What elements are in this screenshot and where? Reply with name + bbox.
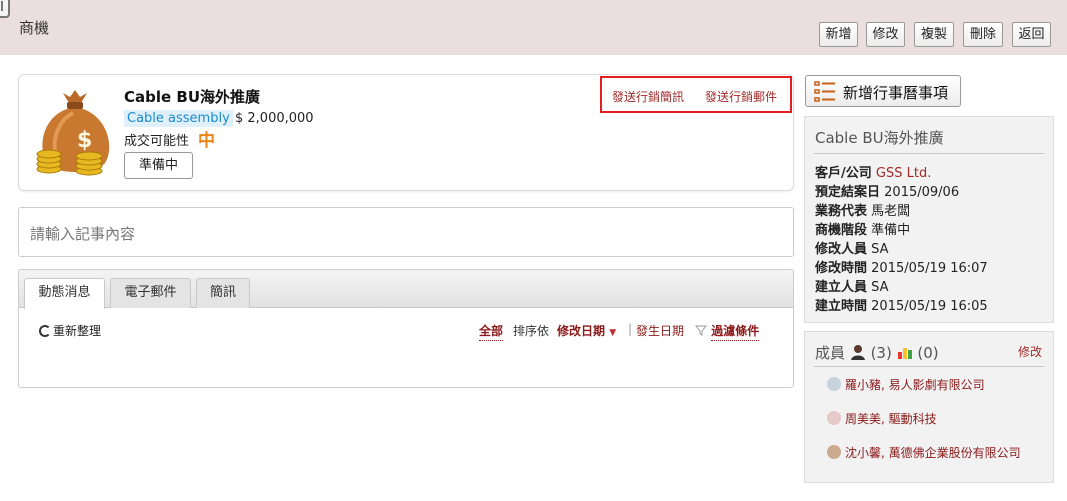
panel-toggle-icon[interactable] (0, 0, 10, 18)
filter-all-label: 全部 (479, 324, 504, 341)
field-label: 商機階段 (815, 223, 868, 238)
member-item[interactable]: 羅小豬, 易人影劇有限公司 (827, 376, 985, 393)
product-tag: Cable assembly (124, 110, 233, 127)
page-header: 商機 新增 修改 複製 刪除 返回 (0, 0, 1067, 55)
delete-button[interactable]: 刪除 (963, 22, 1003, 47)
detail-row-stage: 商機階段 準備中 (815, 219, 910, 238)
add-calendar-event-label: 新增行事曆事項 (843, 84, 949, 102)
avatar (827, 445, 841, 459)
field-value: 2015/09/06 (884, 185, 960, 200)
detail-panel-title: Cable BU海外推廣 (815, 129, 944, 147)
field-label: 修改人員 (815, 242, 868, 257)
field-label: 業務代表 (815, 204, 868, 219)
detail-row-customer: 客戶/公司 GSS Ltd. (815, 162, 931, 181)
opportunity-title: Cable BU海外推廣 (124, 88, 261, 106)
member-label: 羅小豬, 易人影劇有限公司 (845, 378, 985, 392)
field-value: SA (871, 280, 889, 295)
field-label: 建立人員 (815, 280, 868, 295)
page-title: 商機 (19, 19, 50, 37)
field-value: 2015/05/19 16:07 (871, 261, 988, 276)
detail-row-modified-by: 修改人員 SA (815, 238, 889, 257)
members-divider (814, 366, 1044, 367)
sort-by-label: 排序依 (513, 324, 550, 338)
field-label: 客戶/公司 (815, 166, 872, 181)
detail-row-created-time: 建立時間 2015/05/19 16:05 (815, 295, 988, 314)
field-value: SA (871, 242, 889, 257)
group-count: (0) (917, 344, 939, 362)
field-value: 準備中 (871, 223, 911, 238)
back-button[interactable]: 返回 (1012, 22, 1051, 47)
svg-text:$: $ (77, 128, 92, 153)
tab-email[interactable]: 電子郵件 (110, 278, 191, 308)
opportunity-amount: $ 2,000,000 (235, 111, 314, 126)
tab-sms[interactable]: 簡訊 (196, 278, 250, 308)
refresh-button[interactable]: 重新整理 (39, 322, 101, 339)
add-button[interactable]: 新增 (819, 22, 858, 47)
copy-button[interactable]: 複製 (914, 22, 954, 47)
field-label: 修改時間 (815, 261, 868, 276)
member-label: 沈小馨, 萬德佛企業股份有限公司 (845, 446, 1021, 460)
probability-value: 中 (198, 131, 215, 151)
field-value: 2015/05/19 16:05 (871, 299, 988, 314)
edit-button[interactable]: 修改 (866, 22, 905, 47)
sort-descending-icon: ▼ (609, 328, 617, 338)
edit-members-link[interactable]: 修改 (1018, 343, 1042, 360)
note-input[interactable]: 請輸入記事內容 (18, 207, 794, 257)
add-calendar-event-button[interactable]: 新增行事曆事項 (805, 75, 961, 107)
field-label: 建立時間 (815, 299, 868, 314)
detail-row-close-date: 預定結案日 2015/09/06 (815, 181, 959, 200)
member-label: 周美美, 驅動科技 (845, 412, 937, 426)
detail-row-created-by: 建立人員 SA (815, 276, 889, 295)
stage-button[interactable]: 準備中 (124, 152, 193, 179)
group-icon (897, 348, 912, 359)
filter-conditions-label: 過濾條件 (711, 324, 760, 341)
filter-icon (694, 325, 708, 336)
person-icon (850, 345, 865, 360)
sort-occurred-date-link[interactable]: 發生日期 (636, 322, 684, 339)
opportunity-card: $ Cable BU海外推廣 Cable assembly $ 2,000,00… (18, 74, 794, 191)
avatar (827, 411, 841, 425)
filter-conditions-link[interactable]: 過濾條件 (694, 322, 760, 341)
refresh-icon (39, 325, 51, 337)
probability-label: 成交可能性 (124, 134, 190, 149)
member-item[interactable]: 周美美, 驅動科技 (827, 410, 937, 427)
opportunity-detail-panel: Cable BU海外推廣 客戶/公司 GSS Ltd. 預定結案日 2015/0… (804, 116, 1054, 323)
field-value: 馬老闆 (871, 204, 911, 219)
customer-link[interactable]: GSS Ltd. (876, 166, 931, 181)
tab-activity[interactable]: 動態消息 (24, 278, 105, 309)
sort-modified-label: 修改日期 (557, 324, 606, 338)
field-label: 預定結案日 (815, 185, 881, 200)
sort-modified-date-link[interactable]: 修改日期 ▼ (557, 322, 616, 339)
detail-row-modified-time: 修改時間 2015/05/19 16:07 (815, 257, 988, 276)
list-icon (814, 81, 835, 102)
sort-separator: | (628, 322, 633, 336)
detail-row-sales-rep: 業務代表 馬老闆 (815, 200, 910, 219)
members-title-label: 成員 (815, 344, 846, 362)
person-count: (3) (870, 344, 892, 362)
send-marketing-email-link[interactable]: 發送行銷郵件 (705, 88, 777, 105)
money-bag-icon: $ (36, 90, 110, 176)
members-title: 成員 (3) (0) (815, 342, 939, 363)
member-item[interactable]: 沈小馨, 萬德佛企業股份有限公司 (827, 444, 1021, 461)
refresh-label: 重新整理 (53, 324, 102, 338)
avatar (827, 377, 841, 391)
members-panel: 成員 (3) (0) 修改 羅小豬, 易人影劇有限公司 周美美, 驅動科技 沈小… (804, 331, 1054, 483)
feed-tab-bar: 動態消息 電子郵件 簡訊 (19, 270, 793, 309)
activity-feed: 動態消息 電子郵件 簡訊 重新整理 全部 排序依 修改日期 ▼ | 發生日期 過… (18, 269, 794, 388)
send-marketing-sms-link[interactable]: 發送行銷簡訊 (612, 88, 684, 105)
marketing-actions-highlight: 發送行銷簡訊 發送行銷郵件 (600, 76, 792, 113)
detail-divider (814, 153, 1044, 154)
filter-all-link[interactable]: 全部 (479, 322, 504, 341)
